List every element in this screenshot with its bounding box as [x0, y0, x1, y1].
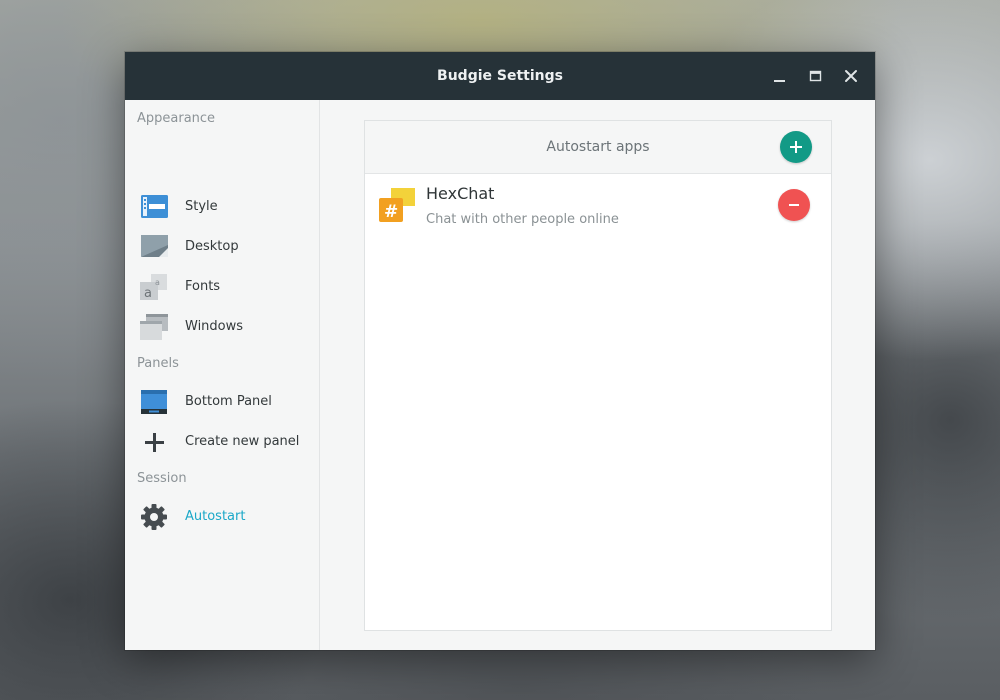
sidebar-item-label: Desktop [185, 239, 239, 254]
close-button[interactable] [839, 64, 863, 88]
autostart-list-header: Autostart apps [365, 121, 831, 174]
plus-icon [790, 141, 802, 153]
maximize-icon [809, 70, 822, 82]
svg-text:a: a [144, 286, 152, 301]
section-label-panels: Panels [137, 356, 179, 371]
minus-icon [789, 204, 799, 206]
sidebar-item-label: Autostart [185, 509, 246, 524]
fonts-icon: a a [139, 273, 169, 301]
svg-text:a: a [155, 278, 160, 287]
autostart-list: Autostart apps # HexChat Chat with other… [364, 120, 832, 631]
add-autostart-app-button[interactable] [780, 131, 812, 163]
list-item[interactable]: # HexChat Chat with other people online [365, 174, 831, 238]
budgie-settings-window: Budgie Settings Appearance Style Desktop… [125, 52, 875, 650]
sidebar-item-bottom-panel[interactable]: Bottom Panel [125, 384, 319, 420]
sidebar-item-label: Bottom Panel [185, 394, 272, 409]
sidebar-item-windows[interactable]: Windows [125, 309, 319, 345]
sidebar-item-fonts[interactable]: a a Fonts [125, 269, 319, 305]
windows-icon [139, 313, 169, 341]
sidebar-item-label: Style [185, 199, 218, 214]
section-label-session: Session [137, 471, 187, 486]
sidebar: Appearance Style Desktop a a Fonts Windo… [125, 100, 320, 650]
maximize-button[interactable] [804, 64, 828, 88]
svg-text:#: # [384, 202, 398, 222]
close-icon [845, 70, 857, 82]
sidebar-item-label: Windows [185, 319, 244, 334]
section-label-appearance: Appearance [137, 111, 216, 126]
titlebar[interactable]: Budgie Settings [125, 52, 875, 100]
sidebar-item-create-new-panel[interactable]: Create new panel [125, 424, 319, 460]
plus-icon [139, 428, 169, 456]
remove-autostart-app-button[interactable] [778, 189, 810, 221]
sidebar-item-style-row[interactable]: Style [125, 189, 319, 225]
panel-icon [139, 388, 169, 416]
sidebar-item-desktop[interactable]: Desktop [125, 229, 319, 265]
list-header-title: Autostart apps [546, 139, 650, 155]
minimize-button[interactable] [768, 64, 792, 88]
sidebar-item-label: Fonts [185, 279, 221, 294]
hexchat-icon: # [377, 186, 417, 226]
app-name: HexChat [426, 184, 495, 203]
gear-icon [139, 503, 169, 531]
minimize-icon [774, 80, 785, 82]
desktop-icon [139, 233, 169, 261]
style-icon [139, 193, 169, 221]
app-description: Chat with other people online [426, 212, 619, 227]
sidebar-item-autostart[interactable]: Autostart [125, 499, 319, 535]
window-title: Budgie Settings [437, 68, 563, 84]
sidebar-item-label: Create new panel [185, 434, 300, 449]
autostart-page: Autostart apps # HexChat Chat with other… [320, 100, 875, 650]
